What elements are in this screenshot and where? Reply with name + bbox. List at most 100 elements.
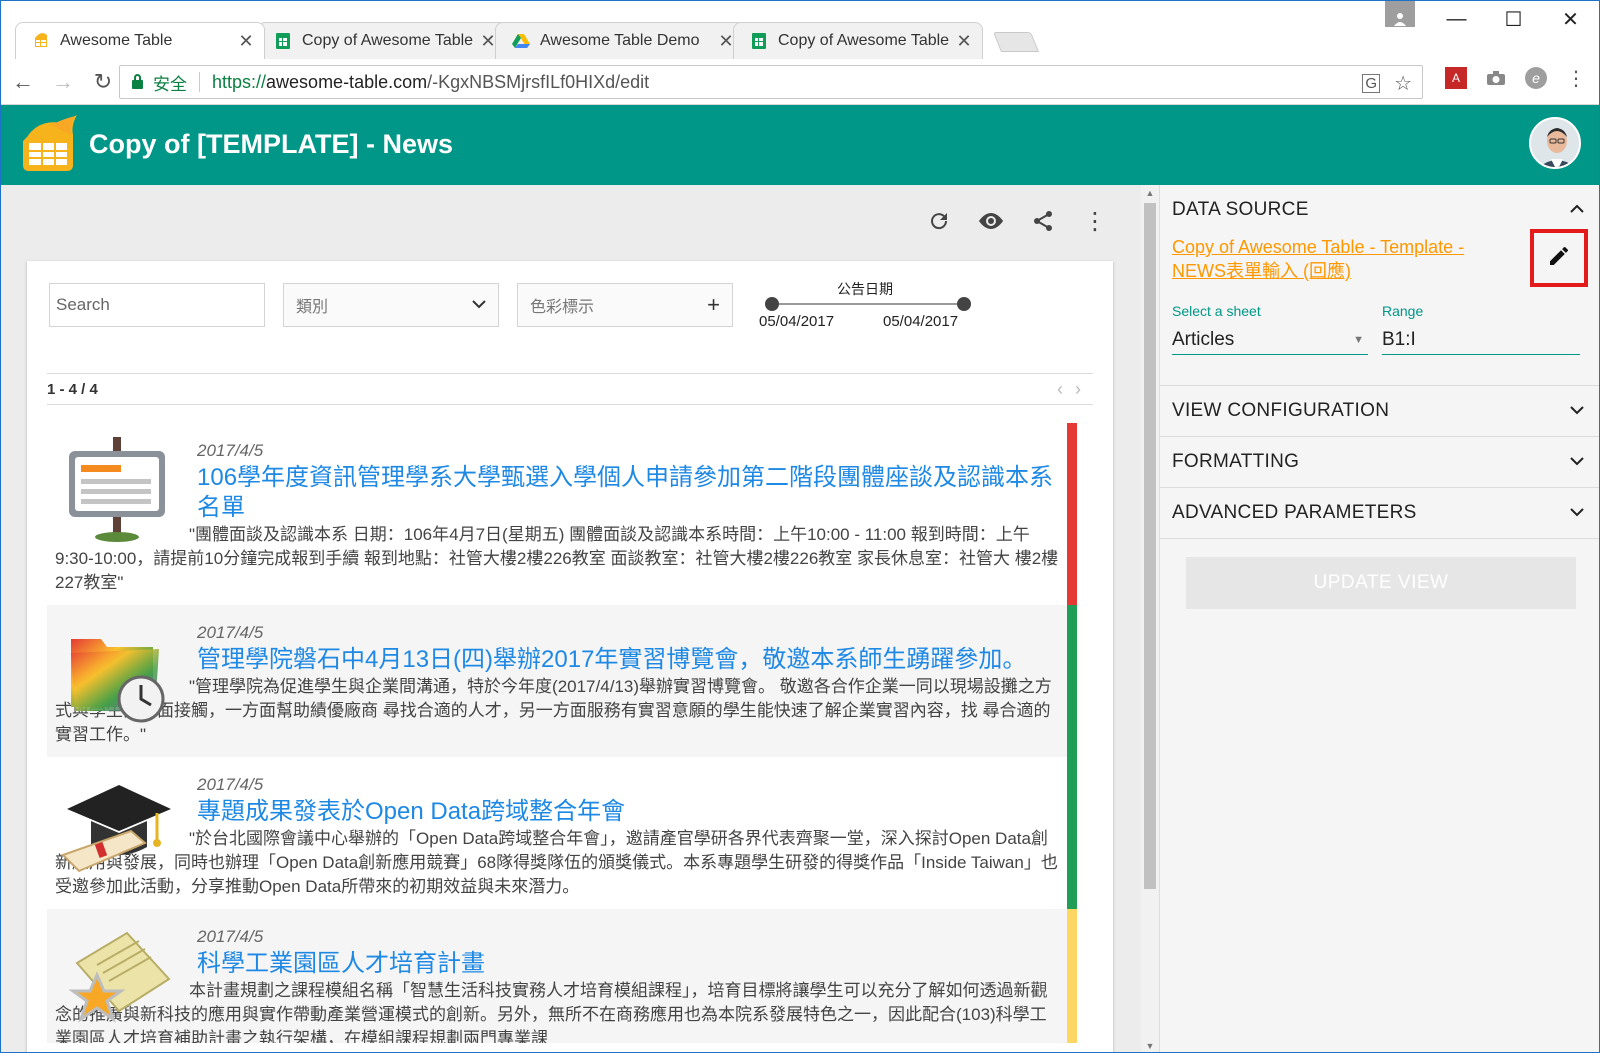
results-list: 2017/4/5 106學年度資訊管理學系大學甄選入學個人申請參加第二階段團體座… [47, 423, 1077, 1043]
tab-title: Copy of Awesome Table [302, 32, 474, 49]
forward-icon[interactable]: → [45, 64, 81, 100]
search-input[interactable]: Search [49, 283, 265, 327]
item-title[interactable]: 專題成果發表於Open Data跨域整合年會 [197, 797, 1061, 827]
result-count: 1 - 4 / 4 [47, 380, 98, 398]
next-page-icon[interactable]: › [1075, 379, 1093, 399]
url-path: /-KgxNBSMjrsfILf0HIXd/edit [427, 71, 650, 92]
range-input[interactable]: B1:I [1382, 325, 1580, 355]
refresh-icon[interactable] [921, 203, 957, 239]
tab-title: Awesome Table Demo [540, 32, 700, 49]
scroll-up-icon[interactable]: ▲ [1141, 185, 1159, 201]
prev-page-icon[interactable]: ‹ [1057, 379, 1075, 399]
settings-panel: DATA SOURCE Copy of Awesome Table - Temp… [1159, 185, 1599, 1052]
secure-label: 安全 [153, 74, 187, 94]
tab-copy-sheet-2[interactable]: Copy of Awesome Table ✕ [733, 22, 983, 59]
list-item[interactable]: 2017/4/5 管理學院磐石中4月13日(四)舉辦2017年實習博覽會，敬邀本… [47, 605, 1077, 757]
advanced-parameters-header[interactable]: ADVANCED PARAMETERS [1172, 488, 1589, 538]
dropdown-arrow-icon: ▼ [1353, 333, 1364, 346]
content-scrollbar[interactable]: ▲ ▼ [1141, 185, 1159, 1052]
range-field[interactable]: Range B1:I [1382, 303, 1580, 355]
scroll-down-icon[interactable]: ▼ [1141, 1038, 1159, 1052]
sheets-icon [750, 32, 768, 50]
pdf-extension-icon[interactable]: A [1445, 67, 1467, 89]
sheet-select-value: Articles [1172, 328, 1235, 350]
formatting-section: FORMATTING [1160, 437, 1599, 488]
data-source-body: Copy of Awesome Table - Template - NEWS表… [1172, 229, 1589, 385]
item-description: "團體面談及認識本系 日期：106年4月7日(星期五) 團體面談及認識本系時間：… [55, 525, 1059, 592]
more-vert-icon[interactable]: ⋮ [1077, 203, 1113, 239]
reload-icon[interactable]: ↻ [85, 64, 121, 100]
item-description: 本計畫規劃之課程模組名稱「智慧生活科技實務人才培育模組課程」，培育目標將讓學生可… [55, 981, 1048, 1043]
translate-icon[interactable]: G [1362, 74, 1381, 93]
section-title: DATA SOURCE [1172, 199, 1309, 220]
close-icon[interactable]: ✕ [480, 31, 496, 52]
update-view-button[interactable]: UPDATE VIEW [1186, 557, 1576, 609]
spreadsheet-link[interactable]: Copy of Awesome Table - Template - NEWS表… [1172, 235, 1502, 283]
close-icon[interactable]: ✕ [238, 31, 254, 52]
color-filter[interactable]: 色彩標示 + [517, 283, 733, 327]
date-range-filter: 公告日期 05/04/2017 05/04/2017 [755, 279, 975, 330]
item-title[interactable]: 管理學院磐石中4月13日(四)舉辦2017年實習博覽會，敬邀本系師生踴躍參加。 [197, 645, 1061, 675]
view-actions: ⋮ [921, 203, 1113, 239]
item-date: 2017/4/5 [197, 441, 264, 460]
view-configuration-header[interactable]: VIEW CONFIGURATION [1172, 386, 1589, 436]
chevron-up-icon[interactable] [1565, 201, 1589, 219]
color-filter-label: 色彩標示 [530, 299, 595, 316]
profile-icon[interactable] [1385, 1, 1415, 27]
browser-menu-icon[interactable]: ⋮ [1565, 67, 1587, 90]
item-title[interactable]: 科學工業園區人才培育計畫 [197, 949, 1061, 979]
camera-extension-icon[interactable] [1485, 67, 1507, 89]
item-date: 2017/4/5 [197, 775, 264, 794]
close-window-icon[interactable]: ✕ [1542, 1, 1599, 37]
back-icon[interactable]: ← [5, 64, 41, 100]
drive-icon [512, 32, 530, 50]
share-icon[interactable] [1025, 203, 1061, 239]
list-item[interactable]: 2017/4/5 科學工業園區人才培育計畫 本計畫規劃之課程模組名稱「智慧生活科… [47, 909, 1077, 1043]
date-range-max-handle[interactable] [957, 297, 971, 311]
list-item[interactable]: 2017/4/5 106學年度資訊管理學系大學甄選入學個人申請參加第二階段團體座… [47, 423, 1077, 605]
category-filter[interactable]: 類別 [283, 283, 499, 327]
lock-icon [132, 73, 143, 89]
color-indicator [1067, 757, 1077, 909]
new-tab-button[interactable] [992, 32, 1040, 52]
data-source-header[interactable]: DATA SOURCE [1172, 185, 1589, 235]
star-icon[interactable]: ☆ [1394, 71, 1412, 96]
tab-awesome-table-demo[interactable]: Awesome Table Demo ✕ [495, 22, 745, 59]
preview-eye-icon[interactable] [973, 203, 1009, 239]
item-title[interactable]: 106學年度資訊管理學系大學甄選入學個人申請參加第二階段團體座談及認識本系名單 [197, 463, 1061, 523]
data-source-section: DATA SOURCE Copy of Awesome Table - Temp… [1160, 185, 1599, 386]
list-item[interactable]: 2017/4/5 專題成果發表於Open Data跨域整合年會 "於台北國際會議… [47, 757, 1077, 909]
pagination-arrows: ‹› [1057, 379, 1093, 400]
url-text[interactable]: https://awesome-table.com/-KgxNBSMjrsfIL… [212, 72, 649, 93]
chevron-down-icon[interactable] [1565, 504, 1589, 522]
chevron-down-icon[interactable] [1565, 402, 1589, 420]
extension-icon[interactable]: e [1525, 67, 1547, 89]
date-range-label: 公告日期 [837, 281, 893, 297]
close-icon[interactable]: ✕ [956, 31, 972, 52]
sheet-select[interactable]: Select a sheet Articles ▼ [1172, 303, 1368, 355]
tab-copy-sheet-1[interactable]: Copy of Awesome Table ✕ [257, 22, 507, 59]
item-description: "於台北國際會議中心舉辦的「Open Data跨域整合年會」，邀請產官學研各界代… [55, 829, 1058, 896]
edit-data-source-button[interactable] [1530, 229, 1588, 287]
graduation-cap-icon [57, 771, 177, 881]
formatting-header[interactable]: FORMATTING [1172, 437, 1589, 487]
url-scheme: https:// [212, 71, 267, 92]
sheet-select-value-row: Articles ▼ [1172, 325, 1368, 355]
item-date: 2017/4/5 [197, 927, 264, 946]
close-icon[interactable]: ✕ [718, 31, 734, 52]
date-range-min-handle[interactable] [765, 297, 779, 311]
maximize-icon[interactable]: ☐ [1485, 1, 1542, 37]
filters-bar: Search 類別 色彩標示 + [49, 283, 733, 327]
scrollbar-thumb[interactable] [1144, 203, 1156, 889]
tab-awesome-table[interactable]: Awesome Table ✕ [15, 22, 265, 59]
pencil-icon [1547, 244, 1571, 273]
url-host: awesome-table.com [266, 71, 428, 92]
avatar[interactable] [1529, 117, 1581, 169]
chevron-down-icon[interactable] [1565, 453, 1589, 471]
section-title: FORMATTING [1172, 451, 1300, 472]
secure-indicator[interactable]: 安全 [132, 70, 187, 95]
address-bar[interactable]: 安全 https://awesome-table.com/-KgxNBSMjrs… [119, 65, 1423, 99]
window-controls: — ☐ ✕ [1428, 1, 1599, 37]
minimize-icon[interactable]: — [1428, 1, 1485, 37]
section-title: ADVANCED PARAMETERS [1172, 502, 1417, 523]
